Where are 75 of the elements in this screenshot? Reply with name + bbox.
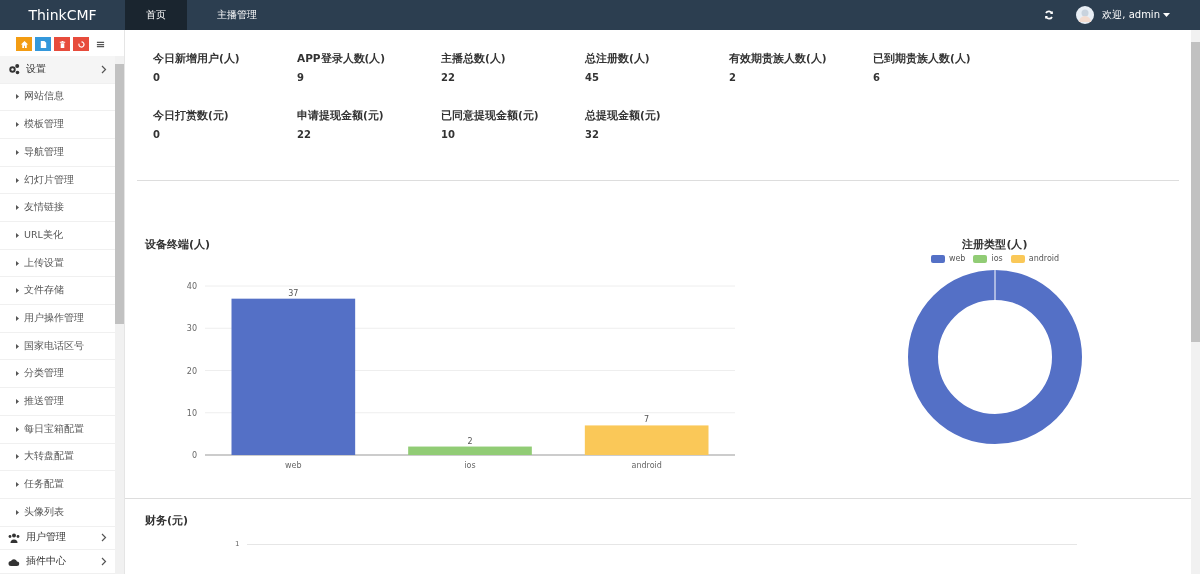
chart-title: 财务(元) xyxy=(145,513,190,528)
legend-item[interactable]: web xyxy=(930,254,966,263)
bar-value-label: 2 xyxy=(467,436,473,446)
list-icon xyxy=(95,39,105,49)
stat-value: 32 xyxy=(585,129,600,140)
gears-icon xyxy=(8,63,20,76)
axis-tick-label: 20 xyxy=(186,366,197,376)
axis-tick-label: 40 xyxy=(186,282,197,291)
stat-value: 22 xyxy=(441,72,456,83)
home-icon xyxy=(19,39,29,49)
user-menu[interactable]: 欢迎, admin xyxy=(1102,8,1160,22)
users-icon xyxy=(8,531,20,544)
stat-label: 主播总数(人) xyxy=(441,52,507,66)
refresh-icon[interactable] xyxy=(1044,10,1055,20)
axis-tick-label: 30 xyxy=(186,324,197,334)
bar-value-label: 7 xyxy=(644,415,650,425)
caret-right-icon xyxy=(16,343,19,349)
trash-button[interactable] xyxy=(54,37,70,51)
stat-label: 申请提现金额(元) xyxy=(297,109,385,123)
stat-label: 已同意提现金额(元) xyxy=(441,109,540,123)
caret-right-icon xyxy=(16,399,19,404)
axis-tick-label: 0 xyxy=(191,451,197,460)
sidebar-item[interactable]: 设置 xyxy=(0,56,115,84)
caret-right-icon xyxy=(16,426,19,432)
scrollbar[interactable] xyxy=(1191,30,1200,574)
bar-value-label: 37 xyxy=(288,288,299,298)
caret-right-icon xyxy=(16,232,19,238)
axis-category-label: web xyxy=(285,461,302,470)
caret-right-icon xyxy=(16,149,19,155)
chart-title: 设备终端(人) xyxy=(145,237,211,252)
caret-right-icon xyxy=(16,288,19,294)
axis-category-label: android xyxy=(631,461,662,470)
file-icon xyxy=(38,39,48,49)
caret-right-icon xyxy=(16,260,19,266)
nav-tab[interactable]: 主播管理 xyxy=(187,0,287,30)
stat-value: 10 xyxy=(441,129,456,140)
stat-value: 6 xyxy=(873,72,881,83)
stat-label: 有效期贵族人数(人) xyxy=(729,52,828,66)
stat-value: 0 xyxy=(153,72,161,83)
stat-label: 总提现金额(元) xyxy=(585,109,662,123)
chart-title: 注册类型(人) xyxy=(962,237,1028,252)
stat-value: 0 xyxy=(153,129,161,140)
stat-value: 22 xyxy=(297,129,312,140)
caret-right-icon xyxy=(16,454,19,460)
caret-right-icon xyxy=(16,177,19,183)
stat-label: 今日新增用户(人) xyxy=(153,52,241,66)
stat-label: 已到期贵族人数(人) xyxy=(873,52,972,66)
axis-tick-label: 10 xyxy=(186,408,197,418)
chevron-right-icon xyxy=(101,557,107,567)
brand-logo: ThinkCMF xyxy=(27,6,98,25)
stat-value: 9 xyxy=(297,72,305,83)
caret-right-icon xyxy=(16,94,19,100)
nav-tab[interactable]: 首页 xyxy=(125,0,187,30)
stat-value: 45 xyxy=(585,72,600,83)
recycle-icon xyxy=(76,39,86,49)
stat-label: 今日打赏数(元) xyxy=(153,109,230,123)
caret-right-icon xyxy=(16,205,19,211)
stat-label: APP登录人数(人) xyxy=(297,52,387,66)
caret-down-icon xyxy=(1163,13,1170,17)
file-button[interactable] xyxy=(35,37,51,51)
caret-right-icon xyxy=(16,315,19,321)
scrollbar[interactable] xyxy=(115,56,124,574)
caret-right-icon xyxy=(16,122,19,128)
trash-icon xyxy=(57,39,67,49)
stat-label: 总注册数(人) xyxy=(585,52,651,66)
caret-right-icon xyxy=(16,482,19,488)
chevron-right-icon xyxy=(101,64,107,74)
home-button[interactable] xyxy=(16,37,32,51)
stat-value: 2 xyxy=(729,72,737,83)
axis-category-label: ios xyxy=(464,461,476,470)
chevron-right-icon xyxy=(101,533,107,543)
caret-right-icon xyxy=(16,509,19,515)
caret-right-icon xyxy=(16,371,19,377)
avatar-icon[interactable] xyxy=(1076,6,1095,24)
legend-item[interactable]: android xyxy=(1010,254,1060,263)
